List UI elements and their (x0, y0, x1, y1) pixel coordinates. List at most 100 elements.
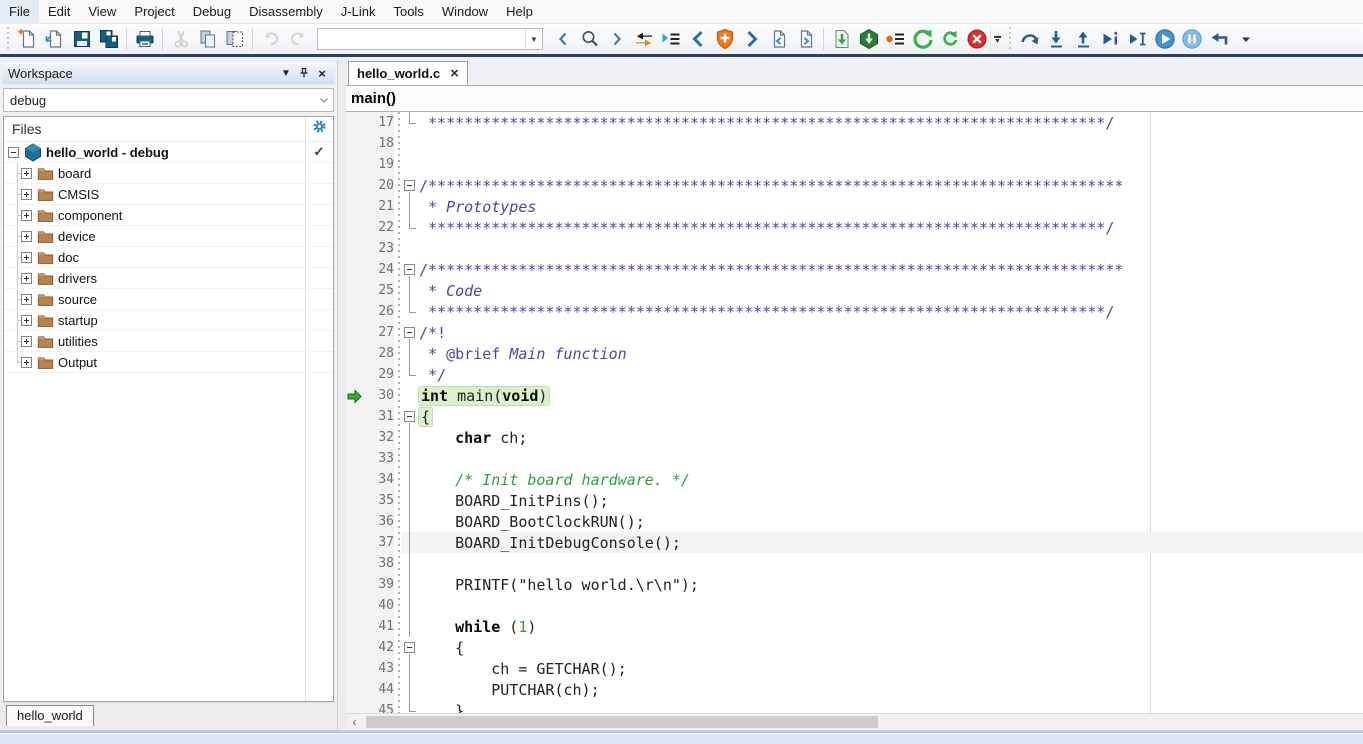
menu-file[interactable]: File (0, 0, 39, 23)
paste-icon[interactable] (221, 26, 248, 52)
run-to-cursor-icon[interactable] (1124, 26, 1151, 52)
expand-icon[interactable] (21, 315, 32, 326)
restart-icon[interactable] (936, 26, 963, 52)
code-text[interactable]: ch = GETCHAR(); (419, 660, 1363, 678)
breakpoint-margin[interactable] (346, 280, 362, 301)
tree-item-component[interactable]: component (4, 205, 333, 226)
code-text[interactable]: * Code (419, 282, 1363, 300)
breakpoint-margin[interactable] (346, 448, 362, 469)
expand-icon[interactable] (21, 273, 32, 284)
code-text[interactable]: PUTCHAR(ch); (419, 681, 1363, 699)
code-text[interactable]: ****************************************… (419, 303, 1363, 321)
code-text[interactable]: /***************************************… (419, 177, 1363, 195)
code-text[interactable]: * Prototypes (419, 198, 1363, 216)
fold-margin[interactable] (401, 406, 419, 427)
fold-margin[interactable] (401, 637, 419, 658)
expand-icon[interactable] (21, 336, 32, 347)
code-text[interactable]: PRINTF("hello world.\r\n"); (419, 576, 1363, 594)
workspace-tab-hello-world[interactable]: hello_world (6, 705, 94, 726)
breakpoint-margin[interactable] (346, 154, 362, 175)
code-text[interactable]: int main(void) (419, 387, 1363, 405)
code-text[interactable]: /***************************************… (419, 261, 1363, 279)
fold-margin[interactable] (401, 259, 419, 280)
fold-collapse-icon[interactable] (404, 642, 415, 653)
breakpoint-margin[interactable] (346, 133, 362, 154)
breakpoint-margin[interactable] (346, 217, 362, 238)
code-text[interactable]: } (419, 702, 1363, 714)
breakpoint-margin[interactable] (346, 616, 362, 637)
code-text[interactable]: { (419, 408, 1363, 426)
code-text[interactable]: /* Init board hardware. */ (419, 471, 1363, 489)
open-file-icon[interactable] (41, 26, 68, 52)
code-text[interactable]: * @brief Main function (419, 345, 1363, 363)
breakpoint-margin[interactable] (346, 196, 362, 217)
panel-splitter[interactable] (338, 60, 346, 730)
code-text[interactable]: /*! (419, 324, 1363, 342)
stop-debugging-icon[interactable] (1205, 26, 1232, 52)
tree-item-cmsis[interactable]: CMSIS (4, 184, 333, 205)
breakpoint-margin[interactable] (346, 301, 362, 322)
next-bookmark-icon[interactable] (792, 26, 819, 52)
menu-view[interactable]: View (79, 0, 125, 23)
cut-icon[interactable] (167, 26, 194, 52)
breakpoint-margin[interactable] (346, 637, 362, 658)
breakpoint-margin[interactable] (346, 238, 362, 259)
menu-edit[interactable]: Edit (39, 0, 79, 23)
expand-icon[interactable] (21, 357, 32, 368)
breakpoint-margin[interactable] (346, 385, 362, 406)
breakpoint-margin[interactable] (346, 532, 362, 553)
code-text[interactable]: BOARD_InitPins(); (419, 492, 1363, 510)
expand-icon[interactable] (21, 189, 32, 200)
step-over-icon[interactable] (1016, 26, 1043, 52)
configuration-dropdown[interactable]: debug (3, 88, 334, 112)
breakpoint-margin[interactable] (346, 175, 362, 196)
navigate-swap-icon[interactable] (630, 26, 657, 52)
reset-icon[interactable] (909, 26, 936, 52)
tree-item-doc[interactable]: doc (4, 247, 333, 268)
print-icon[interactable] (131, 26, 158, 52)
expand-icon[interactable] (21, 294, 32, 305)
code-text[interactable]: ****************************************… (419, 219, 1363, 237)
undo-icon[interactable] (257, 26, 284, 52)
tab-close-icon[interactable]: × (450, 67, 459, 81)
breakpoint-list-icon[interactable] (882, 26, 909, 52)
menu-j-link[interactable]: J-Link (332, 0, 385, 23)
pause-icon[interactable] (1178, 26, 1205, 52)
expand-icon[interactable] (21, 168, 32, 179)
code-text[interactable]: { (419, 639, 1363, 657)
expand-icon[interactable] (21, 210, 32, 221)
step-into-icon[interactable] (1043, 26, 1070, 52)
code-text[interactable]: ****************************************… (419, 114, 1363, 132)
breakpoint-margin[interactable] (346, 574, 362, 595)
find-next-icon[interactable] (603, 26, 630, 52)
fold-collapse-icon[interactable] (404, 264, 415, 275)
breakpoint-margin[interactable] (346, 112, 362, 133)
debug-menu-icon[interactable] (1232, 26, 1259, 52)
expand-icon[interactable] (21, 252, 32, 263)
previous-bookmark-icon[interactable] (765, 26, 792, 52)
code-text[interactable]: */ (419, 366, 1363, 384)
fold-margin[interactable] (401, 175, 419, 196)
tree-item-utilities[interactable]: utilities (4, 331, 333, 352)
breakpoint-margin[interactable] (346, 406, 362, 427)
breakpoint-margin[interactable] (346, 511, 362, 532)
scrollbar-thumb[interactable] (366, 716, 878, 728)
navigate-back-icon[interactable] (684, 26, 711, 52)
tree-item-project[interactable]: hello_world - debug✓ (4, 142, 333, 163)
fold-collapse-icon[interactable] (404, 180, 415, 191)
collapse-icon[interactable] (8, 147, 19, 158)
horizontal-scrollbar[interactable]: ‹ (346, 713, 1363, 730)
menu-tools[interactable]: Tools (384, 0, 432, 23)
breakpoint-margin[interactable] (346, 679, 362, 700)
search-dropdown-icon[interactable]: ▼ (525, 29, 542, 49)
menu-debug[interactable]: Debug (184, 0, 240, 23)
run-to-statement-icon[interactable] (657, 26, 684, 52)
tree-item-device[interactable]: device (4, 226, 333, 247)
code-text[interactable]: BOARD_BootClockRUN(); (419, 513, 1363, 531)
breakpoint-margin[interactable] (346, 658, 362, 679)
step-out-icon[interactable] (1070, 26, 1097, 52)
tree-item-output[interactable]: Output (4, 352, 333, 373)
tree-item-board[interactable]: board (4, 163, 333, 184)
save-all-icon[interactable] (95, 26, 122, 52)
breakpoint-margin[interactable] (346, 259, 362, 280)
